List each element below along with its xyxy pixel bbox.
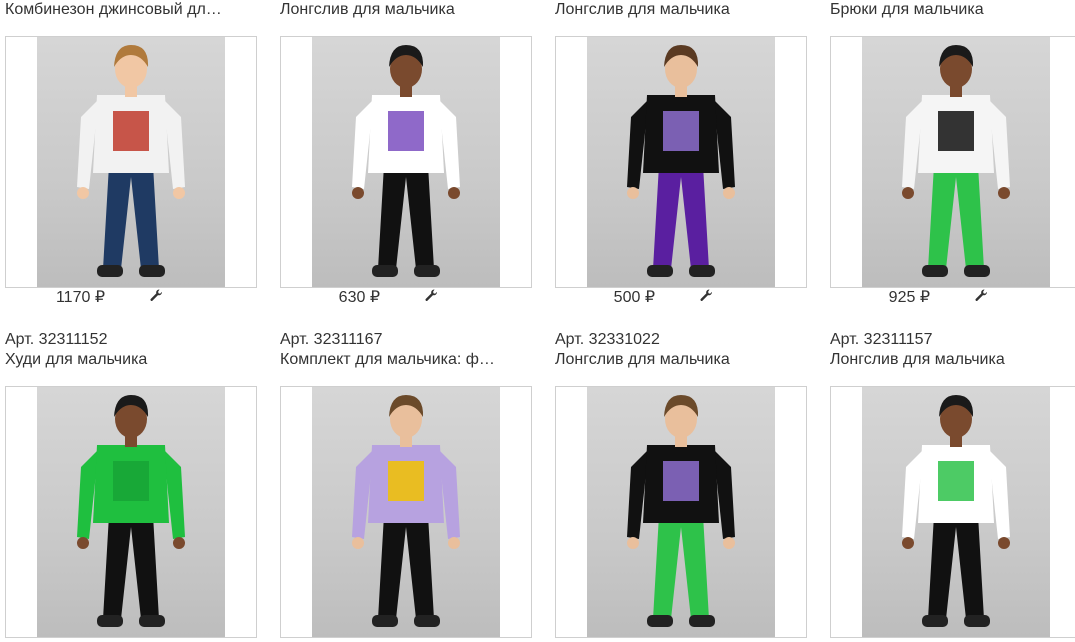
- product-title[interactable]: Лонгслив для мальчика: [555, 0, 807, 20]
- product-photo: [312, 37, 500, 287]
- figure-pants: [653, 515, 709, 619]
- model-figure: [352, 45, 460, 277]
- model-figure: [902, 45, 1010, 277]
- wrench-icon[interactable]: [424, 288, 438, 304]
- product-photo: [37, 387, 225, 637]
- model-figure: [77, 45, 185, 277]
- product-price: 630 ₽: [338, 289, 380, 306]
- figure-print: [663, 111, 699, 151]
- product-photo: [587, 37, 775, 287]
- figure-shoe-right: [414, 265, 440, 277]
- figure-hand-left: [352, 537, 364, 549]
- figure-hand-right: [173, 537, 185, 549]
- figure-hand-right: [448, 187, 460, 199]
- product-image-frame[interactable]: [830, 36, 1075, 288]
- figure-hand-left: [627, 537, 639, 549]
- figure-hand-right: [723, 537, 735, 549]
- product-article: Арт. 32331022: [555, 331, 660, 348]
- product-price: 925 ₽: [888, 289, 930, 306]
- product-title[interactable]: Брюки для мальчика: [830, 0, 1075, 20]
- model-figure: [902, 395, 1010, 627]
- product-price: 500 ₽: [613, 289, 655, 306]
- figure-shoe-right: [139, 265, 165, 277]
- figure-shoe-left: [647, 615, 673, 627]
- product-title[interactable]: Лонгслив для мальчика: [830, 350, 1075, 370]
- product-article: Арт. 32311167: [280, 331, 383, 348]
- product-image-frame[interactable]: [830, 386, 1075, 638]
- product-price: 1170 ₽: [55, 289, 105, 306]
- figure-hand-right: [998, 187, 1010, 199]
- figure-hand-left: [902, 537, 914, 549]
- figure-pants: [378, 165, 434, 269]
- product-image-frame[interactable]: [555, 386, 807, 638]
- product-article: Арт. 32311157: [830, 331, 933, 348]
- product-photo: [312, 387, 500, 637]
- figure-pants: [103, 165, 159, 269]
- wrench-icon[interactable]: [699, 288, 713, 304]
- product-title[interactable]: Лонгслив для мальчика: [280, 0, 532, 20]
- wrench-icon[interactable]: [974, 288, 988, 304]
- model-figure: [627, 45, 735, 277]
- figure-hand-right: [998, 537, 1010, 549]
- product-image-frame[interactable]: [280, 36, 532, 288]
- product-title[interactable]: Комбинезон джинсовый дл…: [5, 0, 257, 20]
- figure-print: [388, 461, 424, 501]
- figure-hand-left: [902, 187, 914, 199]
- figure-shoe-left: [922, 265, 948, 277]
- figure-hand-left: [77, 187, 89, 199]
- product-title[interactable]: Комплект для мальчика: ф…: [280, 350, 532, 370]
- figure-pants: [928, 165, 984, 269]
- product-image-frame[interactable]: [280, 386, 532, 638]
- model-figure: [352, 395, 460, 627]
- product-title[interactable]: Худи для мальчика: [5, 350, 257, 370]
- figure-pants: [378, 515, 434, 619]
- figure-pants: [928, 515, 984, 619]
- figure-shoe-right: [414, 615, 440, 627]
- figure-print: [938, 461, 974, 501]
- price-row: 925 ₽: [830, 288, 1075, 308]
- price-row: 630 ₽: [280, 288, 532, 308]
- model-figure: [77, 395, 185, 627]
- figure-hand-left: [77, 537, 89, 549]
- figure-hand-left: [352, 187, 364, 199]
- figure-shoe-left: [97, 615, 123, 627]
- figure-shoe-right: [689, 615, 715, 627]
- figure-shoe-left: [372, 265, 398, 277]
- product-image-frame[interactable]: [555, 36, 807, 288]
- figure-pants: [653, 165, 709, 269]
- product-image-frame[interactable]: [5, 386, 257, 638]
- figure-print: [113, 111, 149, 151]
- figure-shoe-left: [922, 615, 948, 627]
- wrench-icon[interactable]: [149, 288, 163, 304]
- figure-shoe-right: [964, 615, 990, 627]
- product-title[interactable]: Лонгслив для мальчика: [555, 350, 807, 370]
- product-photo: [587, 387, 775, 637]
- figure-hand-right: [173, 187, 185, 199]
- product-photo: [37, 37, 225, 287]
- price-row: 1170 ₽: [5, 288, 257, 308]
- product-photo: [862, 387, 1050, 637]
- figure-print: [663, 461, 699, 501]
- product-photo: [862, 37, 1050, 287]
- figure-shoe-right: [964, 265, 990, 277]
- figure-hand-left: [627, 187, 639, 199]
- figure-shoe-left: [97, 265, 123, 277]
- figure-print: [113, 461, 149, 501]
- price-row: 500 ₽: [555, 288, 807, 308]
- figure-hand-right: [448, 537, 460, 549]
- product-article: Арт. 32311152: [5, 331, 108, 348]
- product-image-frame[interactable]: [5, 36, 257, 288]
- figure-shoe-right: [689, 265, 715, 277]
- figure-shoe-left: [372, 615, 398, 627]
- figure-shoe-left: [647, 265, 673, 277]
- figure-shoe-right: [139, 615, 165, 627]
- figure-print: [938, 111, 974, 151]
- figure-pants: [103, 515, 159, 619]
- figure-hand-right: [723, 187, 735, 199]
- model-figure: [627, 395, 735, 627]
- figure-print: [388, 111, 424, 151]
